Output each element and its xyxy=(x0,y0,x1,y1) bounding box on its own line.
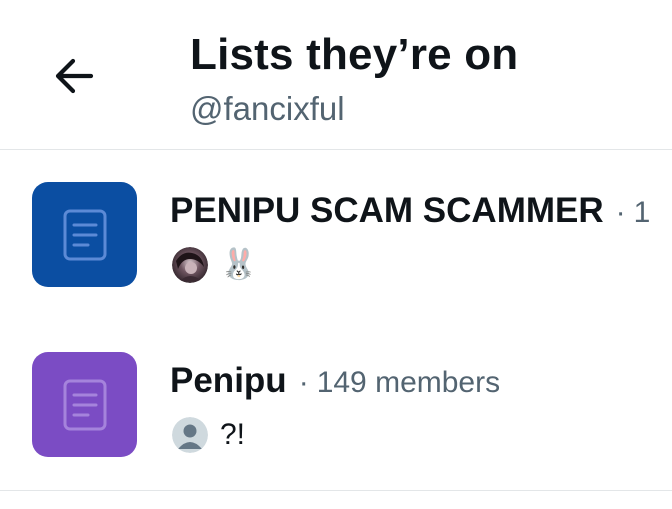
header: Lists they’re on @fancixful xyxy=(0,0,672,150)
list-owner: 🐰 xyxy=(172,247,257,283)
list-name: Penipu xyxy=(170,361,287,400)
list-owner: ?! xyxy=(172,417,245,453)
list-title-line: PENIPU SCAM SCAMMER · 1 xyxy=(170,191,650,231)
list-name: PENIPU SCAM SCAMMER xyxy=(170,191,604,230)
back-button[interactable] xyxy=(44,46,104,106)
owner-name: ?! xyxy=(220,418,246,451)
list-document-icon xyxy=(63,379,106,430)
list-thumbnail xyxy=(32,182,137,287)
list-thumbnail xyxy=(32,352,137,457)
separator-dot: · xyxy=(615,196,626,229)
page-title: Lists they’re on xyxy=(190,30,519,79)
user-handle: @fancixful xyxy=(190,90,345,127)
member-count: 1 xyxy=(633,196,651,229)
list-item[interactable]: Penipu · 149 members ?! xyxy=(0,321,672,491)
photo-avatar xyxy=(172,247,208,283)
bottom-divider xyxy=(0,490,672,491)
list-item[interactable]: PENIPU SCAM SCAMMER · 1 🐰 xyxy=(0,151,672,321)
default-avatar xyxy=(172,417,208,453)
list-title-line: Penipu · 149 members xyxy=(170,361,500,401)
list-document-icon xyxy=(63,209,106,260)
separator-dot: · xyxy=(298,366,309,399)
owner-name: 🐰 xyxy=(220,248,258,281)
member-count: 149 members xyxy=(316,366,501,399)
arrow-left-icon xyxy=(55,58,94,94)
